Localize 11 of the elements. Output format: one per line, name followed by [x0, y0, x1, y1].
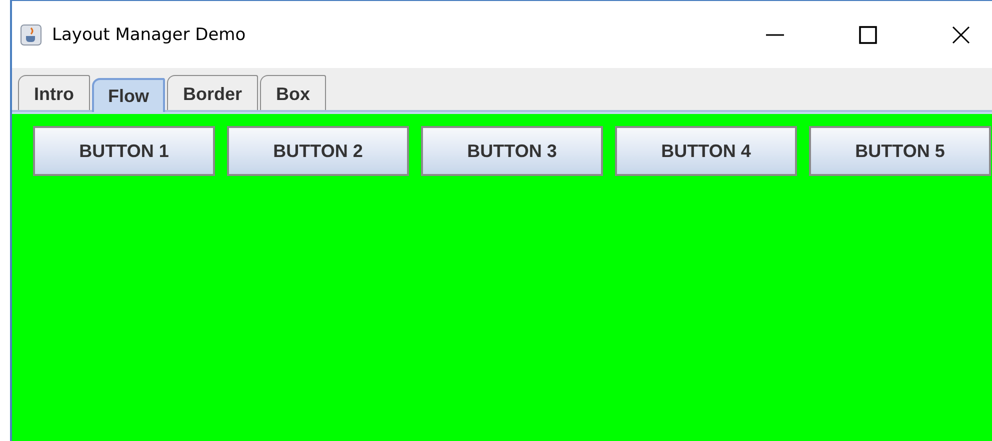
- java-cup-icon: [20, 24, 42, 46]
- push-button[interactable]: BUTTON 5: [809, 126, 991, 176]
- push-button[interactable]: BUTTON 3: [421, 126, 603, 176]
- push-button[interactable]: BUTTON 2: [227, 126, 409, 176]
- push-button[interactable]: BUTTON 4: [615, 126, 797, 176]
- push-button[interactable]: BUTTON 1: [33, 126, 215, 176]
- tab[interactable]: Box: [260, 75, 326, 110]
- window-title: Layout Manager Demo: [52, 24, 247, 44]
- tab[interactable]: Flow: [92, 78, 165, 112]
- tab[interactable]: Intro: [18, 75, 90, 110]
- tab[interactable]: Border: [167, 75, 258, 110]
